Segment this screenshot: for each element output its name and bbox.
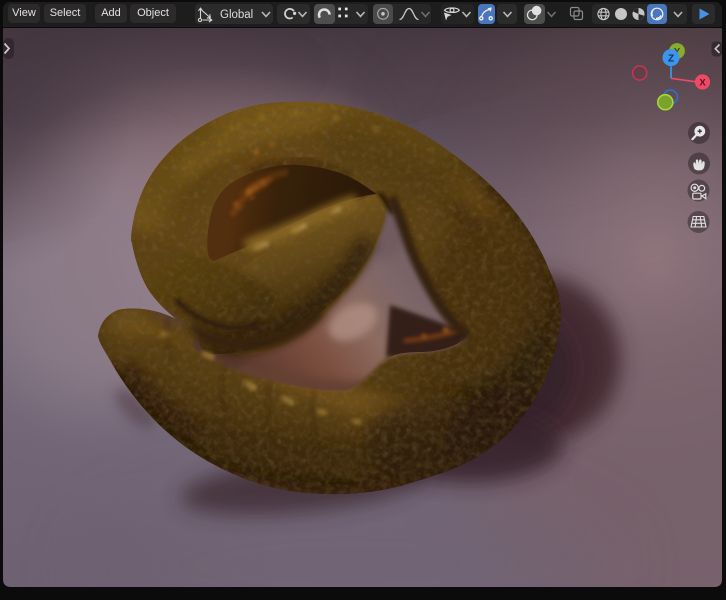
svg-text:X: X — [699, 78, 706, 89]
svg-text:Global: Global — [220, 9, 253, 21]
svg-text:Z: Z — [668, 53, 674, 64]
